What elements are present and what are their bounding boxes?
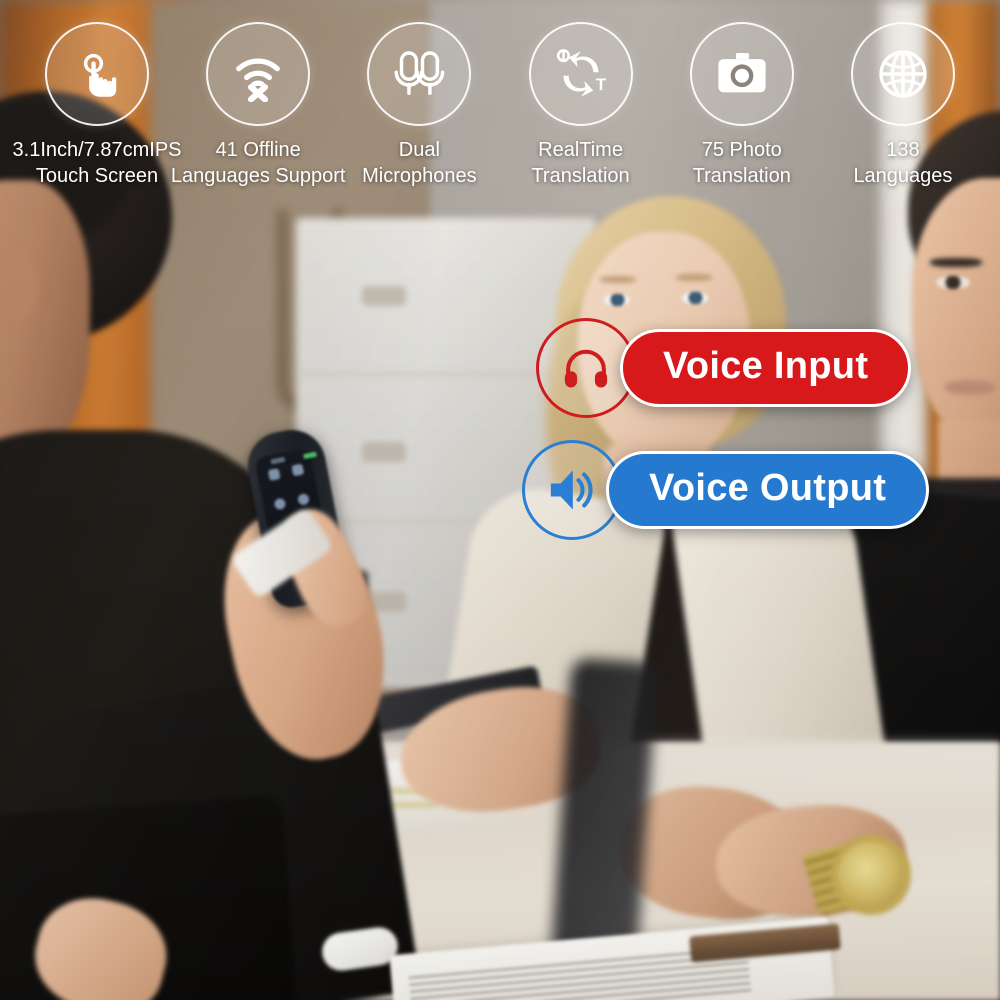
feature-label-line2: Languages Support xyxy=(170,164,346,187)
globe-icon xyxy=(875,46,931,102)
voice-input-badge[interactable]: Voice Input xyxy=(536,318,912,418)
wifi-off-icon xyxy=(230,46,286,102)
feature-label-line1: 138 xyxy=(886,139,920,161)
camera-icon xyxy=(714,46,770,102)
realtime-translation-icon-badge: T xyxy=(528,22,633,126)
feature-label-line2: Touch Screen xyxy=(35,164,159,187)
feature-label: 75 Photo Translation xyxy=(693,138,791,189)
feature-label-line1: Dual xyxy=(398,139,440,161)
touch-screen-icon-badge xyxy=(45,22,149,126)
feature-label: Dual Microphones xyxy=(362,138,477,189)
feature-touch-screen: 3.1Inch/7.87cmIPS Touch Screen xyxy=(13,22,182,222)
feature-label-line1: 3.1Inch/7.87cmIPS xyxy=(12,139,182,161)
feature-dual-microphones: Dual Microphones xyxy=(344,22,494,222)
camera-icon-badge xyxy=(689,22,794,126)
voice-output-label[interactable]: Voice Output xyxy=(606,451,930,529)
voice-output-badge[interactable]: Voice Output xyxy=(522,440,930,540)
feature-offline-languages: 41 Offline Languages Support xyxy=(171,22,345,222)
headphones-icon xyxy=(560,342,612,394)
feature-languages: 138 Languages xyxy=(828,22,978,222)
voice-input-label[interactable]: Voice Input xyxy=(620,329,912,407)
feature-label-line2: Translation xyxy=(531,164,630,187)
feature-label: 3.1Inch/7.87cmIPS Touch Screen xyxy=(13,138,182,189)
svg-text:T: T xyxy=(595,75,605,94)
feature-label-line1: 75 Photo xyxy=(701,139,782,161)
feature-photo-translation: 75 Photo Translation xyxy=(667,22,817,222)
feature-label-line2: Microphones xyxy=(362,164,477,187)
feature-label-line2: Languages xyxy=(853,164,953,187)
feature-label-line2: Translation xyxy=(692,164,791,187)
realtime-translation-icon: T xyxy=(553,46,609,102)
speaker-icon xyxy=(546,464,598,516)
feature-label-line1: RealTime xyxy=(538,139,623,161)
wifi-off-icon-badge xyxy=(206,22,311,126)
feature-label-line1: 41 Offline xyxy=(215,139,301,161)
dual-microphone-icon xyxy=(391,46,447,102)
feature-label: RealTime Translation xyxy=(531,138,629,189)
feature-label: 41 Offline Languages Support xyxy=(171,138,346,189)
feature-icons-row: 3.1Inch/7.87cmIPS Touch Screen 41 Offlin… xyxy=(0,22,1000,222)
feature-label: 138 Languages xyxy=(853,138,952,189)
dual-microphone-icon-badge xyxy=(367,22,472,126)
feature-realtime-translation: T RealTime Translation xyxy=(506,22,656,222)
product-feature-image: 3.1Inch/7.87cmIPS Touch Screen 41 Offlin… xyxy=(0,0,1000,1000)
globe-icon-badge xyxy=(850,22,955,126)
touch-screen-icon xyxy=(69,46,125,102)
